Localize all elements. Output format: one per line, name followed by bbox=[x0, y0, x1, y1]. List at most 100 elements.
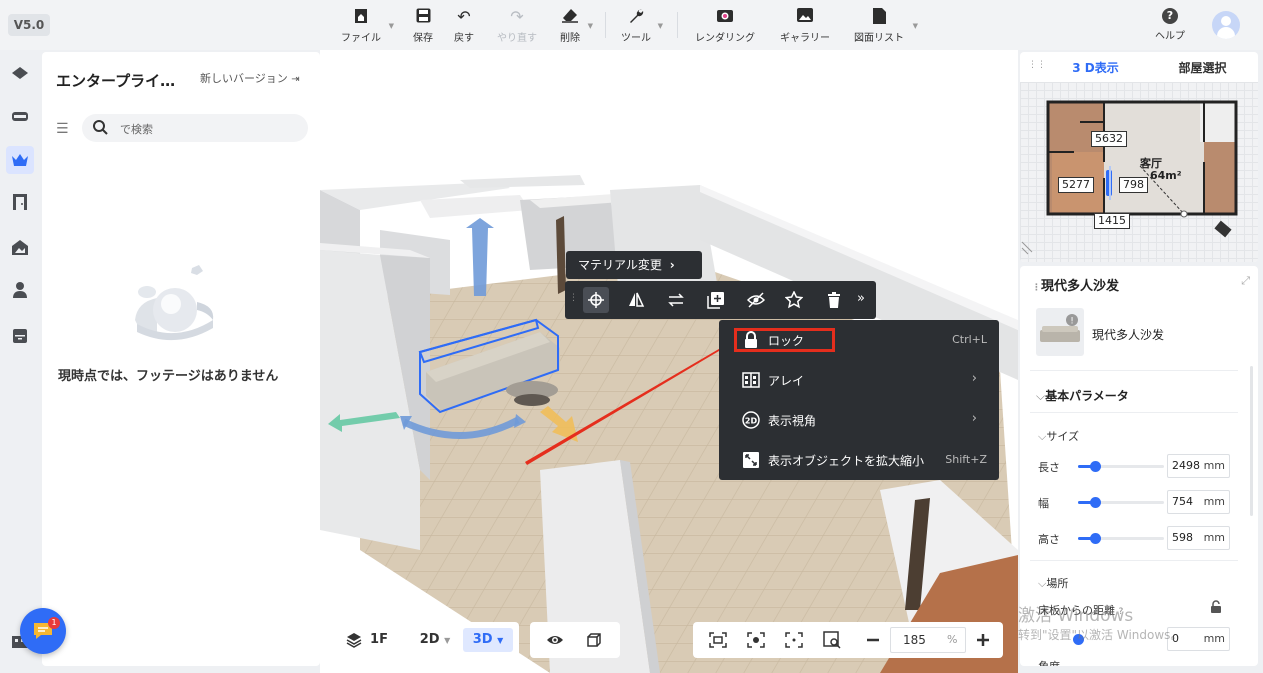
rail-enterprise-button[interactable] bbox=[6, 146, 34, 174]
minimap[interactable]: 5632 5277 798 1415 客厅 64m² bbox=[1020, 82, 1258, 262]
document-icon bbox=[850, 8, 908, 26]
drawing-list-button[interactable]: 図面リスト ▼ bbox=[850, 8, 918, 44]
toolbar-divider bbox=[677, 12, 678, 38]
chevron-right-icon: › bbox=[669, 258, 675, 272]
mode-3d-button[interactable]: 3D ▼ bbox=[463, 628, 513, 652]
section-basic-params[interactable]: ⌵基本パラメータ bbox=[1036, 387, 1129, 404]
array-icon bbox=[742, 372, 760, 388]
windows-activation-watermark-sub: 转到"设置"以激活 Windows。 bbox=[1018, 628, 1183, 642]
undo-button[interactable]: ↶ 戻す bbox=[450, 7, 478, 45]
menu-item-array[interactable]: アレイ › bbox=[719, 360, 999, 400]
rail-floorplan-button[interactable] bbox=[6, 60, 34, 88]
rail-building-button[interactable] bbox=[6, 233, 34, 261]
tab-room-select[interactable]: 部屋選択 bbox=[1147, 56, 1258, 80]
gallery-button[interactable]: ギャラリー bbox=[777, 8, 833, 44]
camera-icon bbox=[692, 8, 758, 26]
subsection-size[interactable]: ⌵サイズ bbox=[1038, 428, 1079, 444]
swap-tool-button[interactable] bbox=[663, 287, 689, 313]
hide-tool-button[interactable] bbox=[743, 287, 769, 313]
star-icon bbox=[785, 291, 803, 309]
slider-handle[interactable] bbox=[1090, 533, 1102, 544]
undo-icon: ↶ bbox=[457, 7, 471, 26]
mirror-tool-button[interactable] bbox=[623, 287, 649, 313]
delete-button[interactable]: 削除 ▼ bbox=[557, 8, 593, 44]
favorite-tool-button[interactable] bbox=[781, 287, 807, 313]
drag-handle-icon[interactable]: ⋮ bbox=[569, 293, 578, 303]
menu-item-view-angle[interactable]: 2D 表示視角 › bbox=[719, 400, 999, 440]
chevron-down-icon: ▼ bbox=[657, 22, 663, 30]
width-slider[interactable] bbox=[1078, 497, 1164, 508]
library-panel: エンタープライ… 新しいバージョン ⇥ ☰ で検索 現時点では、フッテージはあり… bbox=[42, 52, 320, 666]
top-toolbar: V5.0 ファイル ▼ 保存 ↶ 戻す ↷ やり直す 削除 ▼ ツール ▼ レン… bbox=[0, 0, 1263, 50]
material-change-button[interactable]: マテリアル変更 › bbox=[566, 251, 702, 279]
rotate-move-tool-button[interactable] bbox=[583, 287, 609, 313]
height-slider[interactable] bbox=[1078, 533, 1164, 544]
dimension-label: 5277 bbox=[1058, 177, 1094, 193]
render-button[interactable]: レンダリング bbox=[692, 8, 758, 44]
frame-icon[interactable] bbox=[709, 632, 727, 648]
scrollbar[interactable] bbox=[1250, 366, 1253, 516]
slider-handle[interactable] bbox=[1090, 461, 1102, 472]
dimension-label: 798 bbox=[1119, 177, 1148, 193]
avatar-head bbox=[1221, 16, 1231, 26]
rail-door-button[interactable] bbox=[6, 188, 34, 216]
tools-menu-button[interactable]: ツール ▼ bbox=[619, 8, 663, 44]
length-slider[interactable] bbox=[1078, 461, 1164, 472]
toolbar-divider bbox=[605, 12, 606, 38]
tab-3d-view[interactable]: 3 D表示 bbox=[1044, 56, 1147, 80]
camera-settings-icon[interactable] bbox=[747, 632, 765, 648]
home-icon bbox=[338, 8, 384, 26]
eye-icon[interactable] bbox=[546, 632, 564, 648]
sofa-icon bbox=[12, 112, 28, 121]
door-icon bbox=[13, 194, 27, 210]
search-input[interactable]: で検索 bbox=[82, 114, 308, 142]
menu-item-zoom-to-fit[interactable]: 表示オブジェクトを拡大縮小 Shift+Z bbox=[719, 440, 999, 480]
delete-tool-button[interactable] bbox=[821, 287, 847, 313]
file-menu-button[interactable]: ファイル ▼ bbox=[338, 8, 394, 44]
avatar[interactable] bbox=[1212, 11, 1240, 39]
height-input[interactable]: 598 mm bbox=[1167, 526, 1230, 550]
cube-icon[interactable] bbox=[586, 632, 602, 648]
lock-highlight-box bbox=[734, 328, 835, 352]
focus-icon[interactable] bbox=[785, 632, 803, 648]
help-icon: ? bbox=[1162, 8, 1178, 24]
subsection-location[interactable]: ⌵場所 bbox=[1038, 575, 1068, 591]
swap-icon bbox=[668, 293, 684, 307]
save-button[interactable]: 保存 bbox=[410, 8, 436, 44]
new-version-link[interactable]: 新しいバージョン ⇥ bbox=[200, 70, 300, 86]
more-tools-icon[interactable]: » bbox=[857, 291, 876, 309]
redo-button[interactable]: ↷ やり直す bbox=[494, 8, 540, 45]
chevron-right-icon: › bbox=[971, 371, 977, 386]
unlock-icon[interactable] bbox=[1210, 600, 1222, 617]
zoom-in-icon[interactable] bbox=[975, 632, 991, 648]
zoom-search-icon[interactable] bbox=[823, 631, 841, 649]
trash-icon bbox=[828, 292, 840, 308]
cabinet-icon bbox=[13, 329, 27, 343]
sofa-thumbnail-image: ! bbox=[1040, 314, 1080, 342]
length-input[interactable]: 2498 mm bbox=[1167, 454, 1230, 478]
list-view-icon[interactable]: ☰ bbox=[56, 121, 69, 137]
expand-icon[interactable]: ⤢ bbox=[1241, 274, 1250, 288]
object-title: ⋮現代多人沙发 bbox=[1032, 279, 1120, 294]
rail-person-button[interactable] bbox=[6, 276, 34, 304]
slider-handle[interactable] bbox=[1090, 497, 1102, 508]
layers-icon bbox=[12, 67, 28, 79]
view-angle-icon: 2D bbox=[742, 411, 760, 429]
image-icon bbox=[777, 8, 833, 26]
zoom-out-icon[interactable] bbox=[865, 632, 881, 648]
chat-button[interactable]: 1 bbox=[20, 608, 66, 654]
length-label: 長さ bbox=[1038, 461, 1060, 474]
rail-cabinet-button[interactable] bbox=[6, 322, 34, 350]
drag-handle-icon[interactable]: ⋮ bbox=[1032, 283, 1041, 293]
zoom-level-input[interactable]: 185 % bbox=[890, 627, 966, 653]
height-label: 高さ bbox=[1038, 533, 1060, 546]
copy-tool-button[interactable] bbox=[703, 287, 729, 313]
width-input[interactable]: 754 mm bbox=[1167, 490, 1230, 514]
help-button[interactable]: ? ヘルプ bbox=[1150, 8, 1190, 42]
floor-selector[interactable]: 1F bbox=[336, 622, 396, 658]
chevron-down-icon: ▼ bbox=[912, 22, 918, 30]
mode-2d-button[interactable]: 2D ▼ bbox=[411, 628, 459, 652]
rail-furniture-button[interactable] bbox=[6, 102, 34, 130]
house-icon bbox=[12, 240, 28, 255]
move-rotate-icon bbox=[588, 292, 604, 308]
